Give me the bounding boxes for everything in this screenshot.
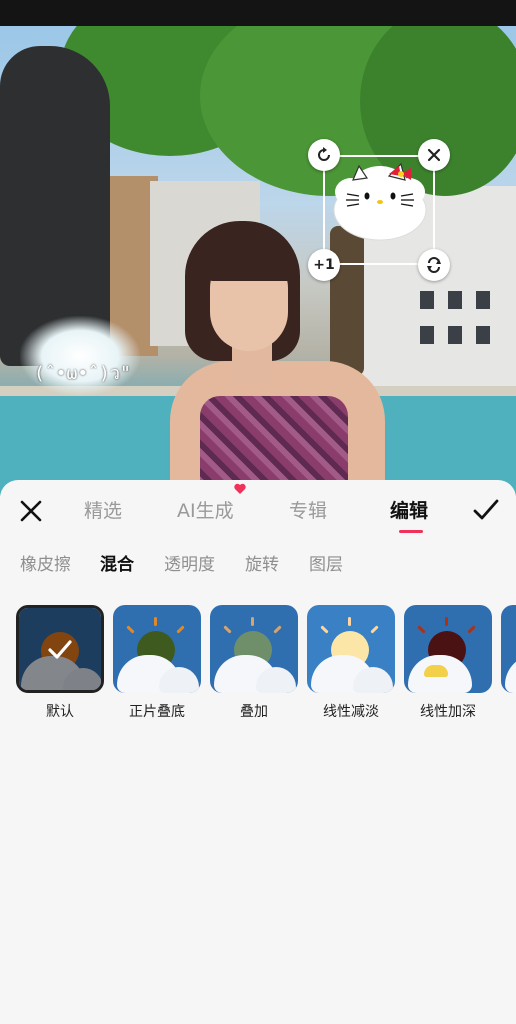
duplicate-sticker-button[interactable]: +1 bbox=[308, 249, 340, 281]
building-window bbox=[448, 326, 462, 344]
subtab-eraser[interactable]: 橡皮擦 bbox=[20, 550, 71, 575]
main-tabs: 精选 AI生成 专辑 编辑 bbox=[62, 483, 462, 533]
building-window bbox=[420, 291, 434, 309]
blend-label: 叠加 bbox=[240, 704, 268, 720]
blend-mode-linear-burn[interactable]: 线性加深 bbox=[404, 605, 492, 721]
tab-edit[interactable]: 编辑 bbox=[390, 496, 428, 523]
blend-label: 线性加深 bbox=[420, 704, 476, 720]
building-window bbox=[420, 326, 434, 344]
blend-thumbnail bbox=[16, 605, 104, 693]
sun-ray bbox=[348, 617, 351, 626]
rotate-handle[interactable] bbox=[308, 139, 340, 171]
blend-mode-linear-dodge[interactable]: 线性减淡 bbox=[307, 605, 395, 721]
delete-sticker-button[interactable] bbox=[418, 139, 450, 171]
close-icon[interactable] bbox=[16, 496, 46, 526]
person-bangs bbox=[205, 241, 297, 281]
blend-mode-list: 默认 正片叠底 叠加 线性减淡 线性加深 bbox=[16, 605, 516, 725]
subtab-blend[interactable]: 混合 bbox=[100, 550, 134, 575]
tab-album[interactable]: 专辑 bbox=[289, 496, 327, 523]
selected-overlay bbox=[19, 608, 101, 690]
status-bar bbox=[0, 0, 516, 26]
blend-mode-next[interactable] bbox=[501, 605, 516, 701]
checkmark-icon[interactable] bbox=[470, 494, 502, 526]
blend-mode-default[interactable]: 默认 bbox=[16, 605, 104, 721]
blend-thumbnail bbox=[501, 605, 516, 693]
building-window bbox=[476, 326, 490, 344]
tab-featured[interactable]: 精选 bbox=[84, 496, 122, 523]
blend-mode-overlay[interactable]: 叠加 bbox=[210, 605, 298, 721]
cloud-shape bbox=[424, 665, 448, 677]
subtab-opacity[interactable]: 透明度 bbox=[164, 550, 215, 575]
sun-ray bbox=[251, 617, 254, 626]
blend-mode-multiply[interactable]: 正片叠底 bbox=[113, 605, 201, 721]
blend-thumbnail bbox=[307, 605, 395, 693]
subtab-layer[interactable]: 图层 bbox=[309, 550, 343, 575]
close-icon bbox=[427, 148, 441, 162]
checkmark-icon bbox=[48, 640, 72, 659]
kaomoji-sticker[interactable]: (ˆ•ω•ˆ)ว" bbox=[34, 358, 131, 387]
heart-icon bbox=[234, 483, 246, 494]
sun-ray bbox=[154, 617, 157, 626]
blend-label: 线性减淡 bbox=[323, 704, 379, 720]
rotate-icon bbox=[318, 147, 330, 161]
flip-sticker-button[interactable] bbox=[418, 249, 450, 281]
refresh-icon bbox=[427, 257, 441, 273]
hello-kitty-sticker[interactable] bbox=[331, 160, 429, 246]
blend-thumbnail bbox=[210, 605, 298, 693]
building-window bbox=[448, 291, 462, 309]
active-tab-indicator bbox=[399, 530, 423, 533]
subtab-rotate[interactable]: 旋转 bbox=[245, 550, 279, 575]
building-window bbox=[476, 291, 490, 309]
tab-ai-generate[interactable]: AI生成 bbox=[177, 496, 234, 523]
blend-label: 正片叠底 bbox=[129, 704, 185, 720]
plus-one-label: +1 bbox=[313, 257, 335, 273]
blend-thumbnail bbox=[113, 605, 201, 693]
sun-ray bbox=[445, 617, 448, 626]
blend-thumbnail bbox=[404, 605, 492, 693]
blend-label: 默认 bbox=[46, 704, 74, 720]
